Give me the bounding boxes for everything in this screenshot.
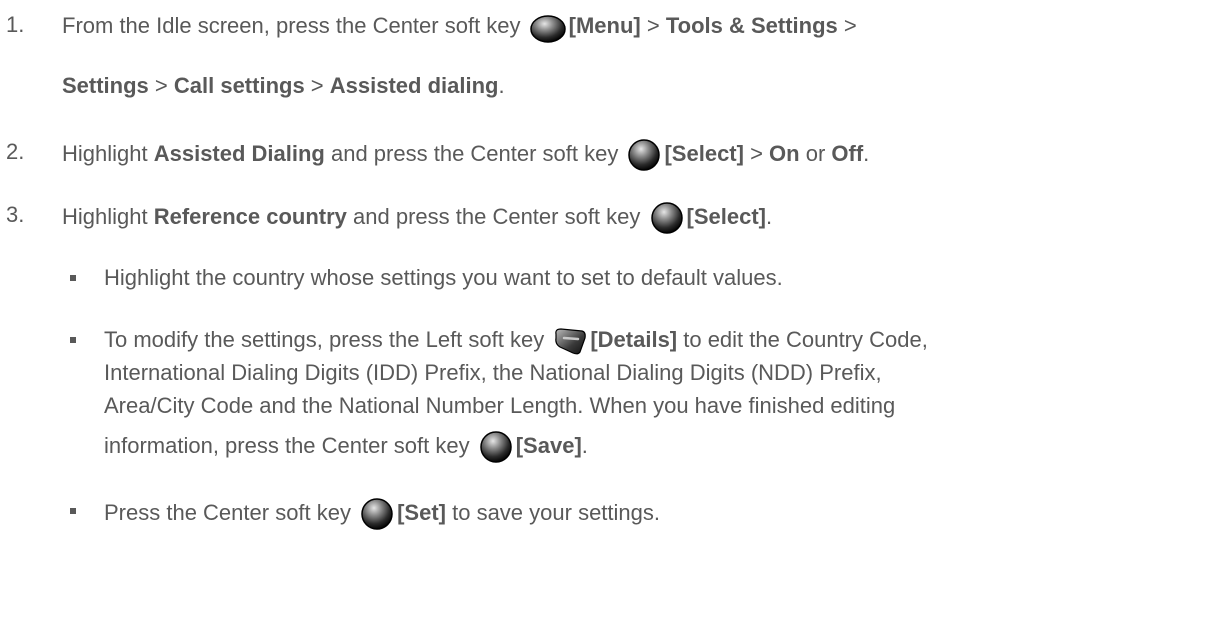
- settings-label: Settings: [62, 73, 149, 98]
- separator: >: [148, 73, 174, 98]
- step-3-line: Highlight Reference country and press th…: [62, 201, 772, 235]
- center-soft-key-icon: [359, 497, 395, 531]
- separator: >: [837, 12, 857, 38]
- bullet-2-line-4: information, press the Center soft key […: [104, 430, 588, 464]
- bullet-2-text: To modify the settings, press the Left s…: [104, 327, 551, 352]
- separator: >: [640, 12, 666, 38]
- bullet-marker: [70, 337, 76, 343]
- bullet-2-line-2: International Dialing Digits (IDD) Prefi…: [104, 360, 882, 385]
- step-3-text-2: and press the Center soft key: [346, 203, 647, 229]
- step-3-number: 3.: [6, 202, 25, 227]
- bullet-3-line: Press the Center soft key [Set] to save …: [104, 497, 660, 531]
- bullet-1-text: Highlight the country whose settings you…: [104, 265, 783, 290]
- step-1-line-1: From the Idle screen, press the Center s…: [62, 11, 857, 43]
- bullet-marker: [70, 508, 76, 514]
- step-3-text: Highlight: [62, 203, 154, 229]
- step-2-text: Highlight: [62, 140, 154, 166]
- document-page: 1. From the Idle screen, press the Cente…: [0, 0, 1227, 630]
- step-1-line-2: Settings > Call settings > Assisted dial…: [62, 72, 505, 100]
- step-2-text-2: and press the Center soft key: [324, 140, 625, 166]
- call-settings-label: Call settings: [173, 73, 305, 98]
- period: .: [863, 140, 870, 166]
- menu-key-label: [Menu]: [568, 12, 641, 38]
- step-2-number: 2.: [6, 139, 25, 164]
- select-key-label: [Select]: [664, 140, 744, 166]
- select-key-label: [Select]: [686, 203, 766, 229]
- center-soft-key-icon: [626, 138, 662, 172]
- period: .: [766, 203, 773, 229]
- bullet-3-text: Press the Center soft key: [104, 499, 358, 525]
- bullet-2-text-3: information, press the Center soft key: [104, 432, 476, 458]
- separator: >: [743, 140, 770, 166]
- center-soft-key-icon: [478, 430, 514, 464]
- center-soft-key-icon: [529, 11, 567, 43]
- bullet-2-line-3: Area/City Code and the National Number L…: [104, 393, 896, 418]
- bullet-2-text-2: to edit the Country Code,: [677, 327, 928, 352]
- period: .: [498, 73, 505, 98]
- or-text: or: [799, 140, 832, 166]
- off-option: Off: [831, 140, 864, 166]
- period: .: [581, 432, 588, 458]
- step-2-line: Highlight Assisted Dialing and press the…: [62, 138, 869, 172]
- on-option: On: [769, 140, 800, 166]
- bullet-2-line-1: To modify the settings, press the Left s…: [104, 326, 928, 356]
- bullet-3-text-2: to save your settings.: [446, 499, 660, 525]
- reference-country-option: Reference country: [153, 203, 347, 229]
- step-1-text: From the Idle screen, press the Center s…: [62, 12, 527, 38]
- assisted-dialing-label: Assisted dialing: [329, 73, 499, 98]
- center-soft-key-icon: [649, 201, 685, 235]
- save-key-label: [Save]: [515, 432, 582, 458]
- details-key-label: [Details]: [590, 327, 678, 352]
- separator: >: [304, 73, 330, 98]
- set-key-label: [Set]: [397, 499, 446, 525]
- assisted-dialing-option: Assisted Dialing: [153, 140, 325, 166]
- tools-settings-label: Tools & Settings: [665, 12, 838, 38]
- left-soft-key-icon: [552, 326, 588, 356]
- bullet-marker: [70, 275, 76, 281]
- step-1-number: 1.: [6, 12, 25, 37]
